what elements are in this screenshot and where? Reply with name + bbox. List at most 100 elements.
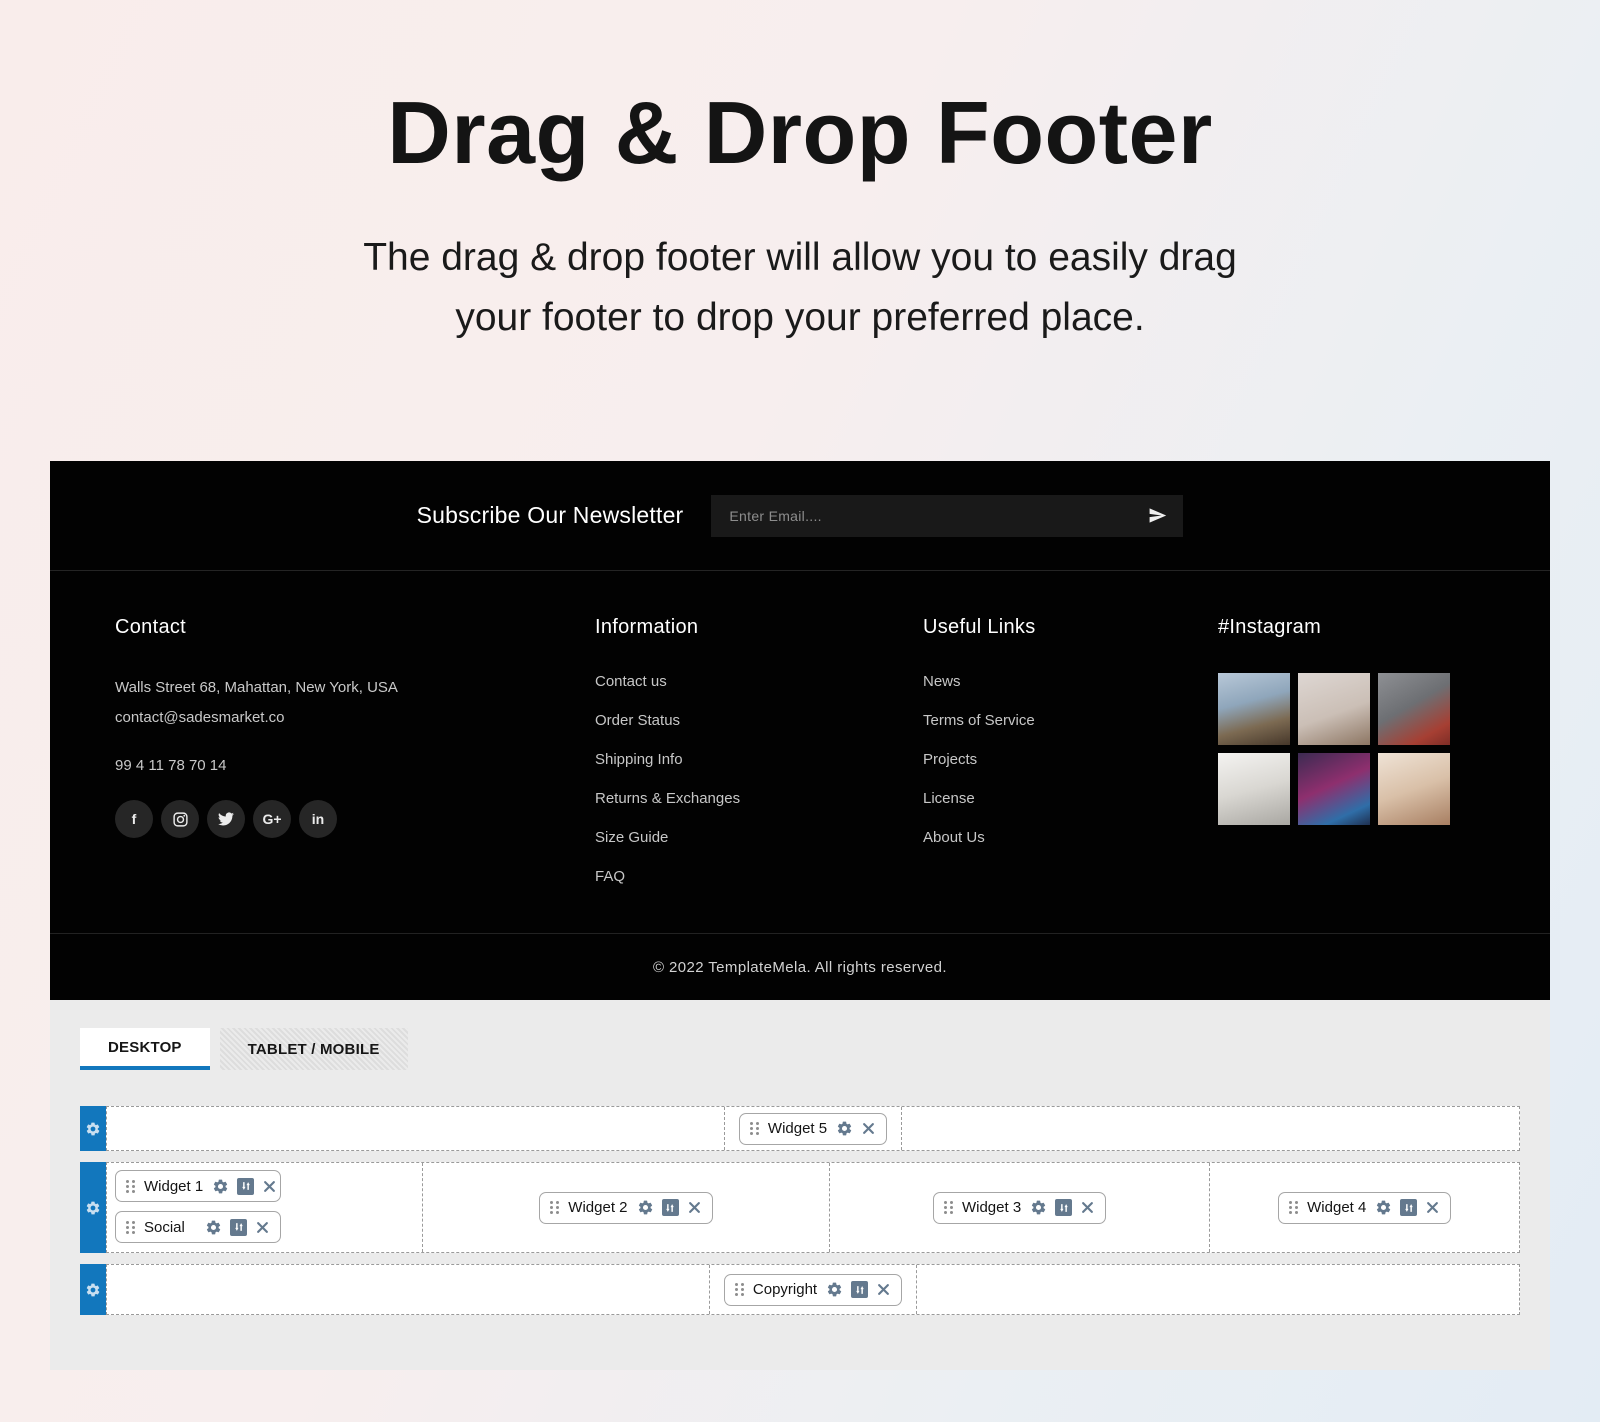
widget-settings-icon[interactable] bbox=[1030, 1199, 1047, 1216]
widget-settings-icon[interactable] bbox=[836, 1120, 853, 1137]
widget-cell: Widget 3 bbox=[829, 1163, 1210, 1252]
editor-row-2: Widget 1 Social bbox=[80, 1162, 1520, 1253]
widget-columns-icon[interactable] bbox=[662, 1199, 679, 1216]
footer-link-size-guide[interactable]: Size Guide bbox=[595, 829, 923, 846]
widget-columns-icon[interactable] bbox=[1055, 1199, 1072, 1216]
footer-link-contact-us[interactable]: Contact us bbox=[595, 673, 923, 690]
instagram-photo-bedroom[interactable] bbox=[1218, 753, 1290, 825]
contact-address: Walls Street 68, Mahattan, New York, USA bbox=[115, 673, 595, 703]
widget-cell: Widget 5 bbox=[724, 1107, 901, 1150]
row-settings-handle[interactable] bbox=[80, 1162, 106, 1253]
row-settings-handle[interactable] bbox=[80, 1106, 106, 1151]
twitter-glyph bbox=[218, 811, 234, 827]
drag-handle-icon[interactable] bbox=[1289, 1201, 1298, 1214]
widget-settings-icon[interactable] bbox=[205, 1219, 222, 1236]
contact-column: Contact Walls Street 68, Mahattan, New Y… bbox=[115, 616, 595, 933]
empty-cell[interactable] bbox=[107, 1265, 709, 1314]
hero-section: Drag & Drop Footer The drag & drop foote… bbox=[0, 0, 1600, 348]
row-settings-handle[interactable] bbox=[80, 1264, 106, 1315]
instagram-photo-firefighter[interactable] bbox=[1298, 753, 1370, 825]
instagram-photo-cyclist[interactable] bbox=[1218, 673, 1290, 745]
empty-cell[interactable] bbox=[916, 1265, 1519, 1314]
drag-handle-icon[interactable] bbox=[126, 1180, 135, 1193]
widget-chip-widget-5[interactable]: Widget 5 bbox=[739, 1113, 887, 1145]
widget-settings-icon[interactable] bbox=[826, 1281, 843, 1298]
footer-link-license[interactable]: License bbox=[923, 790, 1218, 807]
tab-desktop[interactable]: DESKTOP bbox=[80, 1028, 210, 1070]
footer-link-terms[interactable]: Terms of Service bbox=[923, 712, 1218, 729]
drag-handle-icon[interactable] bbox=[735, 1283, 744, 1296]
footer-link-projects[interactable]: Projects bbox=[923, 751, 1218, 768]
widget-cell: Widget 2 bbox=[422, 1163, 829, 1252]
widget-columns-icon[interactable] bbox=[1400, 1199, 1417, 1216]
drag-handle-icon[interactable] bbox=[550, 1201, 559, 1214]
gear-icon bbox=[85, 1200, 101, 1216]
widget-cell: Widget 1 Social bbox=[107, 1163, 422, 1252]
widget-chip-copyright[interactable]: Copyright bbox=[724, 1274, 902, 1306]
instagram-icon[interactable] bbox=[161, 800, 199, 838]
twitter-icon[interactable] bbox=[207, 800, 245, 838]
instagram-photo-girl-glasses[interactable] bbox=[1298, 673, 1370, 745]
footer-link-about-us[interactable]: About Us bbox=[923, 829, 1218, 846]
social-links: f G+ in bbox=[115, 800, 595, 838]
subtitle-line-2: your footer to drop your preferred place… bbox=[0, 288, 1600, 348]
footer-link-news[interactable]: News bbox=[923, 673, 1218, 690]
linkedin-icon[interactable]: in bbox=[299, 800, 337, 838]
footer-preview: Subscribe Our Newsletter Contact Walls S… bbox=[50, 461, 1550, 1000]
widget-remove-icon[interactable] bbox=[1425, 1200, 1440, 1215]
widget-columns-icon[interactable] bbox=[237, 1178, 254, 1195]
newsletter-input-box bbox=[711, 495, 1183, 537]
device-tabs: DESKTOP TABLET / MOBILE bbox=[80, 1028, 1520, 1070]
instagram-photo-gym[interactable] bbox=[1378, 673, 1450, 745]
widget-remove-icon[interactable] bbox=[861, 1121, 876, 1136]
gear-icon bbox=[85, 1282, 101, 1298]
widget-remove-icon[interactable] bbox=[262, 1179, 277, 1194]
widget-chip-widget-2[interactable]: Widget 2 bbox=[539, 1192, 712, 1224]
newsletter-send-button[interactable] bbox=[1148, 506, 1167, 525]
instagram-grid bbox=[1218, 673, 1485, 825]
editor-row-1: Widget 5 bbox=[80, 1106, 1520, 1151]
useful-links-heading: Useful Links bbox=[923, 616, 1218, 639]
widget-settings-icon[interactable] bbox=[637, 1199, 654, 1216]
contact-phone: 99 4 11 78 70 14 bbox=[115, 757, 595, 774]
tab-tablet-mobile[interactable]: TABLET / MOBILE bbox=[220, 1028, 408, 1070]
footer-demo-panel: Subscribe Our Newsletter Contact Walls S… bbox=[50, 461, 1550, 1370]
newsletter-email-input[interactable] bbox=[727, 507, 1148, 525]
widget-chip-widget-4[interactable]: Widget 4 bbox=[1278, 1192, 1451, 1224]
footer-widget-editor: DESKTOP TABLET / MOBILE Widget 5 bbox=[50, 1000, 1550, 1315]
google-plus-icon[interactable]: G+ bbox=[253, 800, 291, 838]
drag-handle-icon[interactable] bbox=[126, 1221, 135, 1234]
facebook-icon[interactable]: f bbox=[115, 800, 153, 838]
empty-cell[interactable] bbox=[901, 1107, 1519, 1150]
widget-columns-icon[interactable] bbox=[230, 1219, 247, 1236]
copyright-text: © 2022 TemplateMela. All rights reserved… bbox=[653, 959, 947, 976]
newsletter-bar: Subscribe Our Newsletter bbox=[50, 461, 1550, 571]
widget-columns-icon[interactable] bbox=[851, 1281, 868, 1298]
widget-settings-icon[interactable] bbox=[1375, 1199, 1392, 1216]
page-title: Drag & Drop Footer bbox=[0, 82, 1600, 184]
widget-chip-widget-3[interactable]: Widget 3 bbox=[933, 1192, 1106, 1224]
widget-chip-widget-1[interactable]: Widget 1 bbox=[115, 1170, 281, 1202]
widget-remove-icon[interactable] bbox=[255, 1220, 270, 1235]
gear-icon bbox=[85, 1121, 101, 1137]
widget-remove-icon[interactable] bbox=[1080, 1200, 1095, 1215]
footer-link-faq[interactable]: FAQ bbox=[595, 868, 923, 885]
editor-row-3: Copyright bbox=[80, 1264, 1520, 1315]
widget-cell: Copyright bbox=[709, 1265, 916, 1314]
instagram-column: #Instagram bbox=[1218, 616, 1485, 933]
footer-link-shipping-info[interactable]: Shipping Info bbox=[595, 751, 923, 768]
drag-handle-icon[interactable] bbox=[944, 1201, 953, 1214]
widget-cell: Widget 4 bbox=[1209, 1163, 1519, 1252]
empty-cell[interactable] bbox=[107, 1107, 724, 1150]
widget-remove-icon[interactable] bbox=[687, 1200, 702, 1215]
contact-email[interactable]: contact@sadesmarket.co bbox=[115, 703, 595, 733]
footer-link-order-status[interactable]: Order Status bbox=[595, 712, 923, 729]
widget-remove-icon[interactable] bbox=[876, 1282, 891, 1297]
footer-link-returns-exchanges[interactable]: Returns & Exchanges bbox=[595, 790, 923, 807]
page-subtitle: The drag & drop footer will allow you to… bbox=[0, 228, 1600, 348]
drag-handle-icon[interactable] bbox=[750, 1122, 759, 1135]
contact-heading: Contact bbox=[115, 616, 595, 639]
widget-settings-icon[interactable] bbox=[212, 1178, 229, 1195]
instagram-photo-couple[interactable] bbox=[1378, 753, 1450, 825]
widget-chip-social[interactable]: Social bbox=[115, 1211, 281, 1243]
